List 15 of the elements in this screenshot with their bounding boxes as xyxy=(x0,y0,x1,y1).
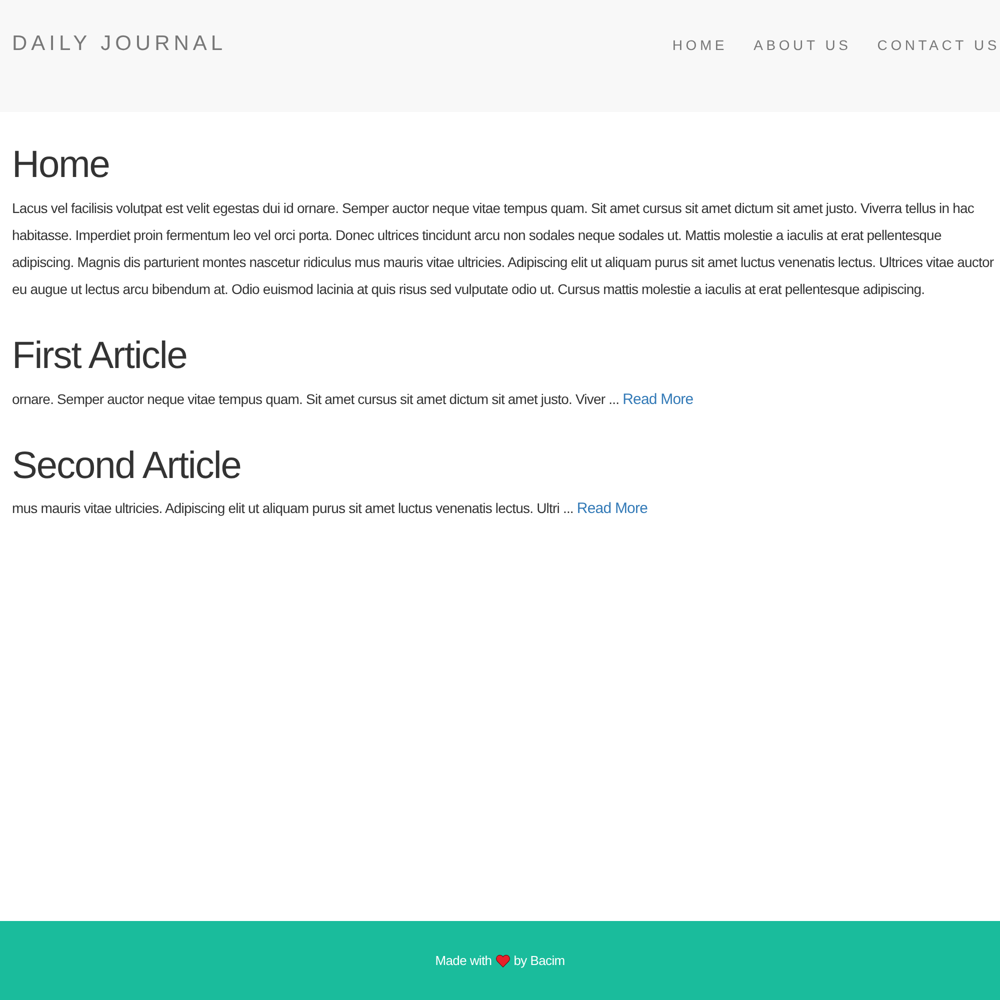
heart-icon xyxy=(496,954,510,968)
site-title[interactable]: DAILY JOURNAL xyxy=(12,32,227,56)
read-more-link[interactable]: Read More xyxy=(576,500,648,518)
article-heading: First Article xyxy=(12,336,188,378)
intro-paragraph: Lacus vel facilisis volutpat est velit egestas dui id ornare. Semper auctor neque vitae tempus quam. Sit amet cursus sit amet dictum sit amet justo. Viverra tellus in hac habitasse. Imperdiet proin fermentum leo vel orci porta. Donec ultrices tincidunt arcu non sodales neque sodales ut. Mattis molestie a iaculis at erat pellentesque adipiscing. Magnis dis parturient montes nascetur ridiculus mus mauris vitae ultricies. Adipiscing elit ut aliquam purus sit amet luctus venenatis lectus. Ultrices vitae auctor eu augue ut lectus arcu bibendum at. Odio euismod lacinia at quis risus sed vulputate odio ut. Cursus mattis molestie a iaculis at erat pellentesque adipiscing. xyxy=(12,198,995,299)
article-heading: Second Article xyxy=(12,446,242,488)
footer-text: by Bacim xyxy=(514,953,565,968)
read-more-link[interactable]: Read More xyxy=(622,390,694,408)
footer-text: Made with xyxy=(435,953,492,968)
article-excerpt: mus mauris vitae ultricies. Adipiscing elit ut aliquam purus sit amet luctus venenatis lectus. Ultri ... Read More xyxy=(12,499,649,520)
nav-link[interactable]: CONTACT US xyxy=(877,37,1000,53)
nav-link[interactable]: ABOUT US xyxy=(754,37,852,53)
nav-link[interactable]: HOME xyxy=(672,37,728,53)
article-excerpt: ornare. Semper auctor neque vitae tempus quam. Sit amet cursus sit amet dictum sit amet justo. Viver ... Read More xyxy=(12,390,694,410)
page-heading: Home xyxy=(12,145,110,187)
